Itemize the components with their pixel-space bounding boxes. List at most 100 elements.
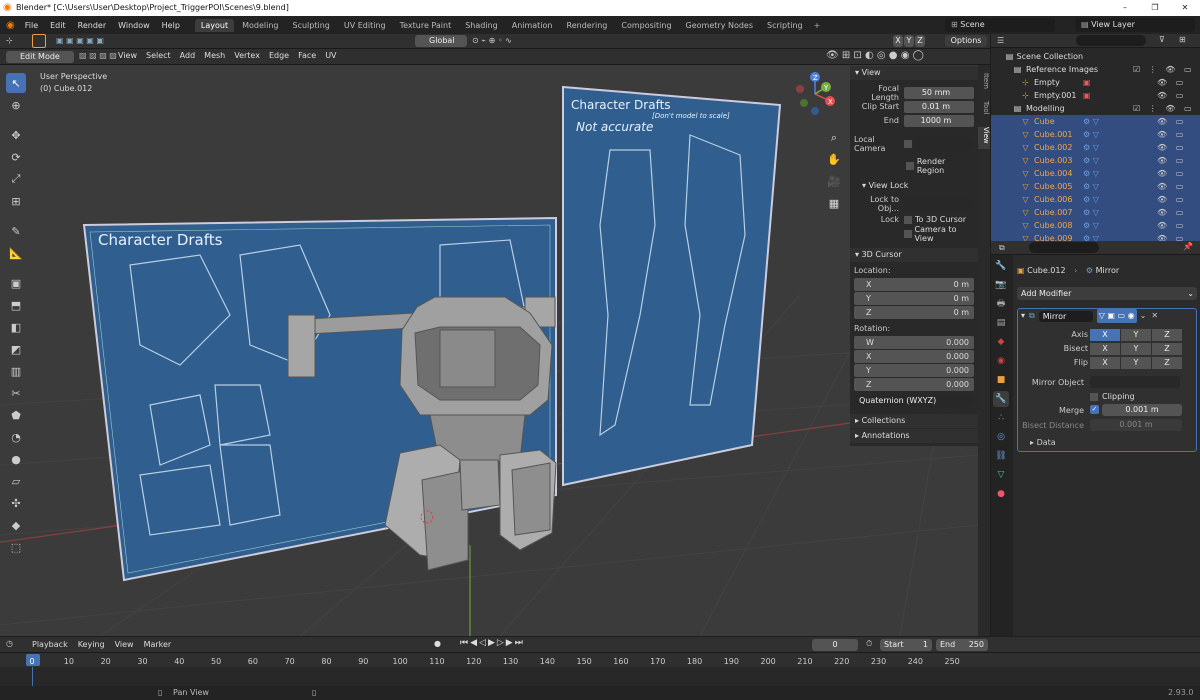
shear-tool-icon[interactable]: ◆ xyxy=(6,515,26,535)
lock-object-field[interactable] xyxy=(904,197,974,210)
3d-cursor-panel-header[interactable]: ▾ 3D Cursor xyxy=(850,248,978,262)
outliner-row[interactable]: ▽ Cube.006 ⚙ ▽ 👁 ▭ xyxy=(991,193,1200,206)
bevel-tool-icon[interactable]: ◩ xyxy=(6,339,26,359)
visibility-toggles-icon[interactable]: 👁 ▭ xyxy=(1157,141,1186,154)
bisect-distance-field[interactable]: 0.001 m xyxy=(1090,419,1182,431)
modifier-menu-icon[interactable]: ⌄ xyxy=(1140,309,1147,323)
visibility-toggles-icon[interactable]: ☑ ⋮ 👁 ▭ xyxy=(1133,63,1195,76)
edge-slide-tool-icon[interactable]: ▱ xyxy=(6,471,26,491)
scene-selector[interactable]: ⊞ Scene xyxy=(945,18,1055,32)
add-modifier-dropdown[interactable]: Add Modifier ⌄ xyxy=(1017,287,1197,300)
visibility-toggles-icon[interactable]: 👁 ▭ xyxy=(1157,193,1186,206)
editor-type-icon[interactable]: ⊹ xyxy=(6,36,13,45)
physics-tab-icon[interactable]: ◎ xyxy=(993,429,1009,445)
outliner-row[interactable]: ▽ Cube.005 ⚙ ▽ 👁 ▭ xyxy=(991,180,1200,193)
merge-distance-field[interactable]: 0.001 m xyxy=(1102,404,1182,416)
menu-help[interactable]: Help xyxy=(156,21,186,30)
minimize-button[interactable]: – xyxy=(1110,0,1140,16)
axis-z-toggle[interactable]: Z xyxy=(1152,329,1182,341)
rotation-mode-dropdown[interactable]: Quaternion (WXYZ) xyxy=(854,395,974,407)
properties-search-input[interactable] xyxy=(1029,242,1099,253)
axis-y-toggle[interactable]: Y xyxy=(1121,329,1151,341)
maximize-button[interactable]: ❐ xyxy=(1140,0,1170,16)
location-z-field[interactable]: Z 0 m xyxy=(854,306,974,319)
tab-tool[interactable]: Tool xyxy=(978,101,990,121)
overlay-shading-icons[interactable]: 👁 ⊞ ⊡ ◐ ◎ ● ◉ ◯ xyxy=(826,50,924,61)
clipping-checkbox[interactable] xyxy=(1090,392,1098,401)
focal-length-field[interactable]: 50 mm xyxy=(904,86,974,99)
flip-y-toggle[interactable]: Y xyxy=(1121,357,1151,369)
visibility-toggles-icon[interactable]: 👁 ▭ xyxy=(1157,180,1186,193)
pin-icon[interactable]: 📌 xyxy=(1183,242,1193,251)
keyframe-icon[interactable]: ● xyxy=(434,639,441,648)
playback-controls[interactable]: ⏮◀◁▶▷▶⏭ xyxy=(460,638,525,648)
bisect-x-toggle[interactable]: X xyxy=(1090,343,1120,355)
timeline-menu-marker[interactable]: Marker xyxy=(144,640,172,649)
add-cube-tool-icon[interactable]: ▣ xyxy=(6,273,26,293)
zoom-icon[interactable]: ⌕ xyxy=(826,127,842,149)
tab-texture-paint[interactable]: Texture Paint xyxy=(394,19,458,32)
extrude-tool-icon[interactable]: ⬒ xyxy=(6,295,26,315)
annotate-tool-icon[interactable]: ✎ xyxy=(6,221,26,241)
poly-build-tool-icon[interactable]: ⬟ xyxy=(6,405,26,425)
end-frame-field[interactable]: End 250 xyxy=(936,639,988,651)
clip-end-field[interactable]: 1000 m xyxy=(904,114,974,127)
mirror-y-toggle[interactable]: Y xyxy=(904,35,914,47)
annotations-panel-header[interactable]: ▸ Annotations xyxy=(850,429,978,443)
outliner-row[interactable]: ⊹ Empty.001 ▣ 👁 ▭ xyxy=(991,89,1200,102)
visibility-toggles-icon[interactable]: 👁 ▭ xyxy=(1157,206,1186,219)
tab-uv-editing[interactable]: UV Editing xyxy=(338,19,392,32)
tab-geometry-nodes[interactable]: Geometry Nodes xyxy=(680,19,759,32)
object-tab-icon[interactable]: ■ xyxy=(993,372,1009,388)
location-x-field[interactable]: X 0 m xyxy=(854,278,974,291)
modifier-toggle-icons[interactable]: ▽ ▣ ▭ ◉ xyxy=(1096,309,1137,323)
bisect-y-toggle[interactable]: Y xyxy=(1121,343,1151,355)
rotation-x-field[interactable]: X 0.000 xyxy=(854,350,974,363)
outliner-scene-collection[interactable]: ▤ Scene Collection xyxy=(991,50,1200,63)
options-dropdown[interactable]: Options xyxy=(945,35,987,47)
filter-icon[interactable]: ⊽ xyxy=(1159,35,1165,44)
object-data-icons[interactable]: ⚙ ▽ xyxy=(1083,167,1099,180)
outliner-row[interactable]: ▽ Cube.001 ⚙ ▽ 👁 ▭ xyxy=(991,128,1200,141)
knife-tool-icon[interactable]: ✂ xyxy=(6,383,26,403)
object-data-icons[interactable]: ⚙ ▽ xyxy=(1083,141,1099,154)
menu-edit[interactable]: Edit xyxy=(44,21,72,30)
object-data-icons[interactable]: ⚙ ▽ xyxy=(1083,154,1099,167)
timeline-menu-keying[interactable]: Keying xyxy=(78,640,105,649)
transform-orientation-dropdown[interactable]: Global xyxy=(415,35,467,47)
local-camera-checkbox[interactable] xyxy=(904,139,912,148)
viewport-menu-edge[interactable]: Edge xyxy=(269,51,289,60)
navigation-gizmo[interactable]: Z X Y xyxy=(790,69,840,119)
outliner-row[interactable]: ▽ Cube.004 ⚙ ▽ 👁 ▭ xyxy=(991,167,1200,180)
select-mode-buttons[interactable]: ▨ ▨ ▨ ▨ xyxy=(79,51,117,60)
object-data-icons[interactable]: ⚙ ▽ xyxy=(1083,206,1099,219)
3d-viewport[interactable]: User Perspective (0) Cube.012 Character … xyxy=(0,65,978,636)
object-data-icons[interactable]: ▣ xyxy=(1083,76,1091,89)
loop-cut-tool-icon[interactable]: ▥ xyxy=(6,361,26,381)
outliner-search-input[interactable] xyxy=(1076,35,1146,46)
visibility-toggles-icon[interactable]: 👁 ▭ xyxy=(1157,76,1186,89)
preview-range-icon[interactable]: ⏱ xyxy=(866,639,872,649)
smooth-tool-icon[interactable]: ● xyxy=(6,449,26,469)
tab-compositing[interactable]: Compositing xyxy=(615,19,677,32)
clip-start-field[interactable]: 0.01 m xyxy=(904,100,974,113)
move-tool-icon[interactable]: ✥ xyxy=(6,125,26,145)
cursor-tool-icon[interactable]: ⊕ xyxy=(6,95,26,115)
outliner-row[interactable]: ▤ Reference Images ☑ ⋮ 👁 ▭ xyxy=(991,63,1200,76)
viewport-menu-select[interactable]: Select xyxy=(146,51,171,60)
close-button[interactable]: ✕ xyxy=(1170,0,1200,16)
outliner-editor-icon[interactable]: ☰ xyxy=(997,36,1004,45)
visibility-toggles-icon[interactable]: 👁 ▭ xyxy=(1157,128,1186,141)
outliner-row[interactable]: ▽ Cube.003 ⚙ ▽ 👁 ▭ xyxy=(991,154,1200,167)
outliner-row[interactable]: ▽ Cube.002 ⚙ ▽ 👁 ▭ xyxy=(991,141,1200,154)
tab-rendering[interactable]: Rendering xyxy=(561,19,614,32)
output-tab-icon[interactable]: 🖶 xyxy=(993,296,1009,312)
measure-tool-icon[interactable]: 📐 xyxy=(6,243,26,263)
tab-item[interactable]: Item xyxy=(978,73,990,95)
ortho-grid-icon[interactable]: ▦ xyxy=(826,193,842,215)
flip-z-toggle[interactable]: Z xyxy=(1152,357,1182,369)
camera-view-icon[interactable]: 🎥 xyxy=(826,171,842,193)
menu-window[interactable]: Window xyxy=(112,21,156,30)
rotation-w-field[interactable]: W 0.000 xyxy=(854,336,974,349)
viewport-menu-uv[interactable]: UV xyxy=(325,51,336,60)
